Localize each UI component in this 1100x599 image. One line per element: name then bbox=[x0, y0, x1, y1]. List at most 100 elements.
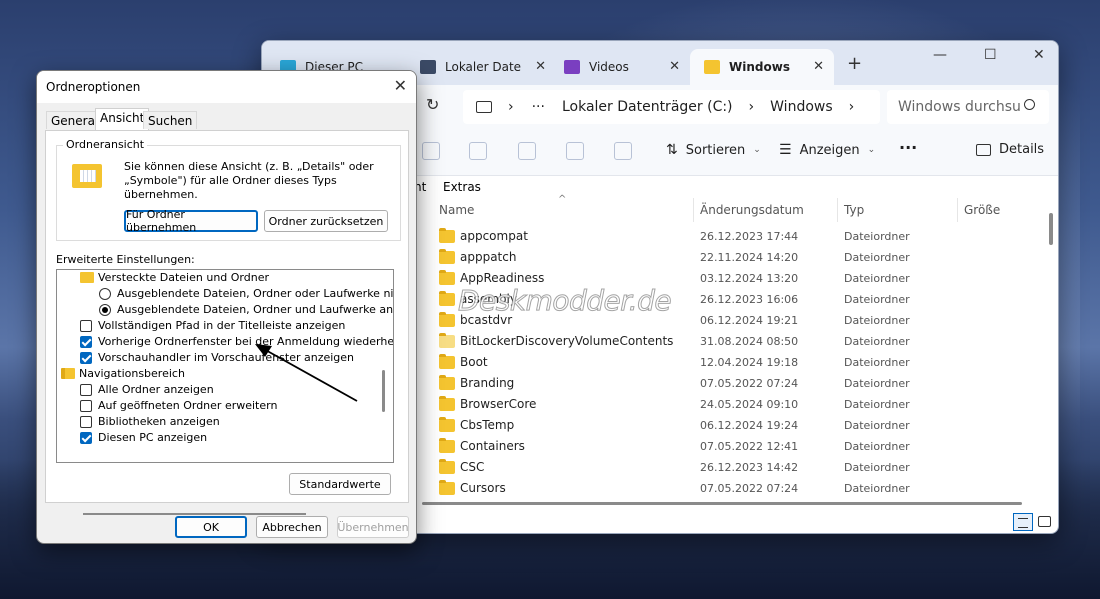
close-icon[interactable]: ✕ bbox=[813, 59, 824, 74]
item-date: 31.08.2024 08:50 bbox=[700, 335, 799, 348]
folder-options-dialog: Ordneroptionen ✕ General Ansicht Suchen … bbox=[36, 70, 417, 544]
item-date: 24.05.2024 09:10 bbox=[700, 398, 799, 411]
search-icon bbox=[1024, 99, 1035, 110]
group-description: Sie können diese Ansicht (z. B. „Details… bbox=[124, 160, 374, 201]
item-name: Containers bbox=[460, 439, 525, 453]
tab-lokaler-datentraeger[interactable]: Lokaler Date ✕ bbox=[406, 49, 556, 85]
checkbox[interactable] bbox=[80, 432, 92, 444]
checkbox[interactable] bbox=[80, 336, 92, 348]
item-type: Dateiordner bbox=[844, 377, 910, 390]
column-divider[interactable] bbox=[957, 198, 958, 222]
item-name: appcompat bbox=[460, 229, 528, 243]
checkbox[interactable] bbox=[80, 400, 92, 412]
chevron-down-icon: ⌄ bbox=[753, 145, 761, 155]
breadcrumb-folder[interactable]: Windows bbox=[770, 99, 833, 115]
ok-button[interactable]: OK bbox=[175, 516, 247, 538]
column-header-date[interactable]: Änderungsdatum bbox=[700, 203, 804, 217]
column-divider[interactable] bbox=[693, 198, 694, 222]
tab-videos[interactable]: Videos ✕ bbox=[550, 49, 690, 85]
tree-item-preview-handlers[interactable]: Vorschauhandler im Vorschaufenster anzei… bbox=[57, 350, 392, 366]
details-pane-button[interactable]: Details bbox=[976, 142, 1044, 157]
folder-view-icon bbox=[72, 164, 102, 188]
sort-label: Sortieren bbox=[685, 142, 746, 158]
details-view-button[interactable] bbox=[1013, 513, 1033, 531]
tree-item-show-all-folders[interactable]: Alle Ordner anzeigen bbox=[57, 382, 392, 398]
tab-windows[interactable]: Windows ✕ bbox=[690, 49, 834, 85]
folder-icon bbox=[439, 396, 455, 411]
window-close-button[interactable]: ✕ bbox=[1033, 47, 1045, 63]
address-bar[interactable]: › ··· Lokaler Datenträger (C:) › Windows… bbox=[463, 90, 880, 124]
tab-suchen[interactable]: Suchen bbox=[143, 111, 198, 129]
horizontal-scrollbar[interactable] bbox=[422, 502, 1022, 505]
cancel-button[interactable]: Abbrechen bbox=[256, 516, 328, 538]
tree-item-label: Diesen PC anzeigen bbox=[98, 431, 208, 444]
item-type: Dateiordner bbox=[844, 398, 910, 411]
search-input[interactable]: Windows durchsu bbox=[887, 90, 1049, 124]
tree-item-show-libraries[interactable]: Bibliotheken anzeigen bbox=[57, 414, 392, 430]
item-name: BitLockerDiscoveryVolumeContents bbox=[460, 334, 674, 348]
paste-icon[interactable] bbox=[469, 142, 487, 160]
search-placeholder: Windows durchsu bbox=[898, 99, 1021, 115]
column-header-type[interactable]: Typ bbox=[844, 203, 864, 217]
tree-item-show-this-pc[interactable]: Diesen PC anzeigen bbox=[57, 430, 392, 446]
menu-item-extras[interactable]: Extras bbox=[443, 180, 481, 194]
folder-icon bbox=[439, 270, 455, 285]
rename-icon[interactable] bbox=[518, 142, 536, 160]
folder-icon bbox=[704, 60, 720, 74]
breadcrumb-separator[interactable]: › bbox=[749, 99, 755, 115]
close-icon[interactable]: ✕ bbox=[669, 59, 680, 74]
copy-icon[interactable] bbox=[422, 142, 440, 160]
watermark-text: Deskmodder.de bbox=[457, 284, 672, 318]
folder-icon bbox=[439, 417, 455, 432]
sort-button[interactable]: ⇅ Sortieren ⌄ bbox=[666, 142, 761, 158]
tree-horizontal-scrollbar[interactable] bbox=[83, 513, 306, 515]
breadcrumb-drive[interactable]: Lokaler Datenträger (C:) bbox=[562, 99, 733, 115]
dialog-close-button[interactable]: ✕ bbox=[394, 76, 407, 95]
checkbox[interactable] bbox=[80, 352, 92, 364]
minimize-button[interactable]: — bbox=[933, 47, 947, 63]
tree-item-label: Ausgeblendete Dateien, Ordner oder Laufw… bbox=[117, 287, 394, 300]
restore-defaults-button[interactable]: Standardwerte bbox=[289, 473, 391, 495]
vertical-scrollbar[interactable] bbox=[1049, 213, 1053, 245]
new-tab-button[interactable]: + bbox=[847, 53, 862, 74]
tree-item-full-path[interactable]: Vollständigen Pfad in der Titelleiste an… bbox=[57, 318, 392, 334]
close-icon[interactable]: ✕ bbox=[535, 59, 546, 74]
radio-button[interactable] bbox=[99, 304, 111, 316]
tree-vertical-scrollbar[interactable] bbox=[382, 370, 385, 412]
refresh-button[interactable]: ↻ bbox=[426, 95, 439, 114]
tree-item-show-hidden[interactable]: Ausgeblendete Dateien, Ordner und Laufwe… bbox=[57, 302, 393, 318]
tree-item-expand-open-folder[interactable]: Auf geöffneten Ordner erweitern bbox=[57, 398, 392, 414]
apply-to-folders-button[interactable]: Für Ordner übernehmen bbox=[124, 208, 258, 234]
checkbox[interactable] bbox=[80, 416, 92, 428]
tiles-view-button[interactable] bbox=[1038, 516, 1051, 527]
radio-button[interactable] bbox=[99, 288, 111, 300]
view-button[interactable]: ☰ Anzeigen ⌄ bbox=[779, 142, 875, 158]
checkbox[interactable] bbox=[80, 384, 92, 396]
column-divider[interactable] bbox=[837, 198, 838, 222]
column-header-name[interactable]: Name bbox=[439, 203, 474, 217]
apply-button[interactable]: Übernehmen bbox=[337, 516, 409, 538]
breadcrumb-chevron[interactable]: › bbox=[849, 99, 855, 115]
share-icon[interactable] bbox=[566, 142, 584, 160]
folder-icon bbox=[439, 459, 455, 474]
folder-icon bbox=[80, 272, 94, 283]
checkbox[interactable] bbox=[80, 320, 92, 332]
item-name: apppatch bbox=[460, 250, 517, 264]
item-type: Dateiordner bbox=[844, 482, 910, 495]
breadcrumb-ellipsis[interactable]: ··· bbox=[532, 99, 545, 115]
tab-ansicht[interactable]: Ansicht bbox=[95, 108, 150, 130]
maximize-button[interactable]: ☐ bbox=[984, 47, 997, 63]
delete-icon[interactable] bbox=[614, 142, 632, 160]
item-date: 22.11.2024 14:20 bbox=[700, 251, 799, 264]
more-options-button[interactable]: ··· bbox=[899, 138, 917, 157]
column-header-size[interactable]: Größe bbox=[964, 203, 1000, 217]
tree-item-restore-windows[interactable]: Vorherige Ordnerfenster bei der Anmeldun… bbox=[57, 334, 394, 350]
reset-folders-button[interactable]: Ordner zurücksetzen bbox=[264, 210, 388, 232]
folder-icon bbox=[439, 228, 455, 243]
breadcrumb-separator[interactable]: › bbox=[508, 99, 514, 115]
item-date: 06.12.2024 19:21 bbox=[700, 314, 799, 327]
tree-item-label: Vorherige Ordnerfenster bei der Anmeldun… bbox=[98, 335, 394, 348]
tree-item-label: Vollständigen Pfad in der Titelleiste an… bbox=[98, 319, 346, 332]
item-name: Boot bbox=[460, 355, 488, 369]
tree-item-hide-hidden[interactable]: Ausgeblendete Dateien, Ordner oder Laufw… bbox=[57, 286, 394, 302]
